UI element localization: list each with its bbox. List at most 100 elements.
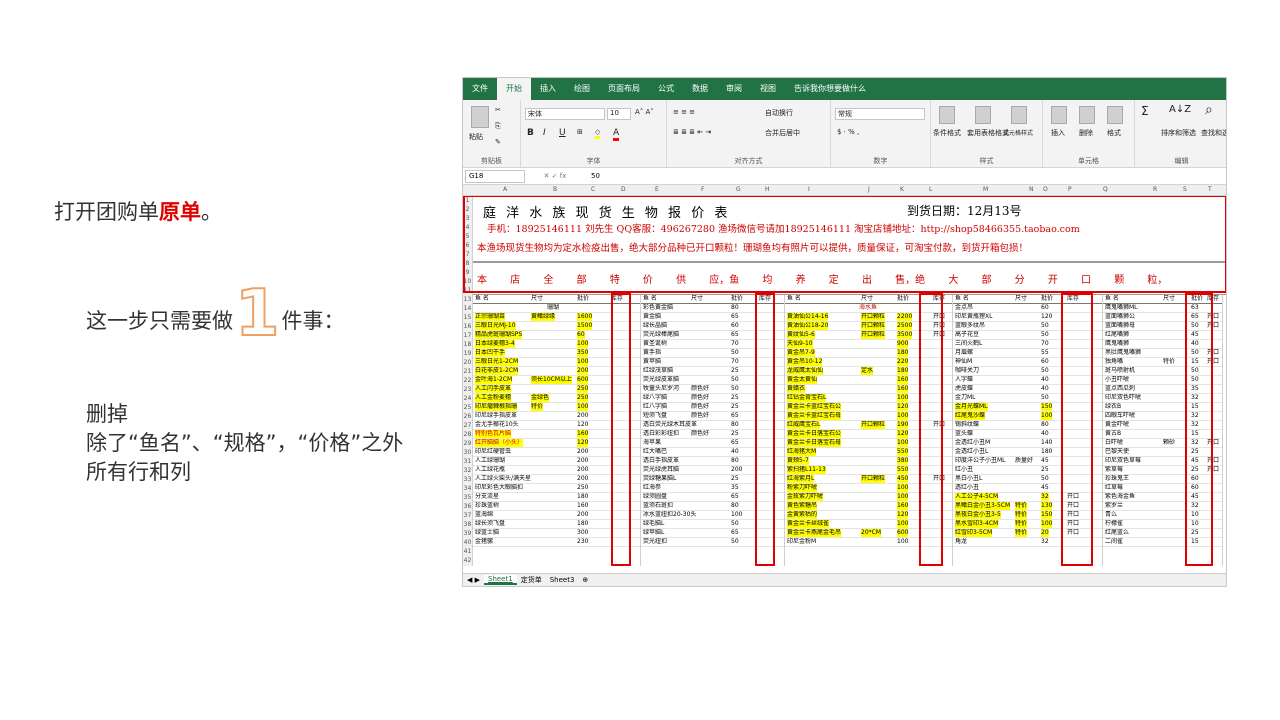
- price-cell[interactable]: 65: [731, 439, 739, 447]
- fish-name-cell[interactable]: 金黄紫枯的: [787, 511, 818, 519]
- format-cells-icon[interactable]: [1107, 106, 1123, 124]
- sort-filter-label[interactable]: 排序和筛选: [1161, 128, 1196, 138]
- row-number[interactable]: 13: [463, 295, 472, 304]
- row-number[interactable]: 14: [463, 304, 472, 313]
- paste-icon[interactable]: [471, 106, 489, 128]
- fish-name-cell[interactable]: 印尼红硬管虫: [475, 448, 511, 456]
- price-cell[interactable]: 1600: [577, 313, 593, 321]
- fish-name-cell[interactable]: 蓝面嘴狮公: [1105, 313, 1135, 321]
- find-icon[interactable]: ⌕: [1205, 102, 1213, 118]
- price-cell[interactable]: 200: [731, 466, 742, 474]
- column-header-H[interactable]: H: [765, 186, 770, 193]
- price-cell[interactable]: 2200: [897, 313, 913, 321]
- fish-name-cell[interactable]: 巴黎天使: [1105, 448, 1129, 456]
- fish-name-cell[interactable]: 黑夜白金小丑3-5: [955, 511, 1001, 519]
- price-cell[interactable]: 200: [577, 367, 589, 375]
- fish-name-cell[interactable]: 特别色瓦片脑: [475, 430, 512, 438]
- fish-name-cell[interactable]: 印尼金粉M: [787, 538, 816, 546]
- price-cell[interactable]: 50: [731, 520, 739, 528]
- fish-name-cell[interactable]: 红尾鬼沙蝶: [955, 412, 986, 420]
- fish-name-cell[interactable]: 印尼彩色大眼脑扣: [475, 484, 523, 492]
- price-cell[interactable]: 200: [577, 475, 588, 483]
- fish-name-cell[interactable]: 紫草莓: [1105, 466, 1123, 474]
- price-cell[interactable]: 65: [731, 493, 739, 501]
- fish-name-cell[interactable]: 人工金粉麦穗: [475, 394, 512, 402]
- fish-name-cell[interactable]: 独角嘴: [1105, 358, 1123, 366]
- row-number[interactable]: 37: [463, 511, 472, 520]
- price-cell[interactable]: 25: [731, 403, 739, 411]
- font-color-icon[interactable]: A: [613, 128, 620, 141]
- fish-name-cell[interactable]: 荧光绿虎耳脑: [643, 466, 679, 474]
- fish-name-cell[interactable]: 绿苹脑L: [643, 529, 664, 537]
- price-cell[interactable]: 50: [1041, 475, 1049, 483]
- format-label[interactable]: 格式: [1107, 128, 1121, 138]
- fish-name-cell[interactable]: 海苹果: [643, 439, 661, 447]
- fish-name-cell[interactable]: 蓝眼多纹吊: [955, 322, 985, 330]
- price-cell[interactable]: 70: [731, 358, 739, 366]
- row-number[interactable]: 29: [463, 439, 472, 448]
- fish-name-cell[interactable]: 黑水雪印3-4CM: [955, 520, 999, 528]
- price-cell[interactable]: 160: [897, 385, 909, 393]
- column-header-K[interactable]: K: [900, 186, 904, 193]
- price-cell[interactable]: 20: [1041, 529, 1049, 537]
- price-cell[interactable]: 200: [577, 448, 588, 456]
- fish-name-cell[interactable]: 红大嘴巴: [643, 448, 667, 456]
- price-cell[interactable]: 200: [577, 457, 588, 465]
- price-cell[interactable]: 600: [577, 376, 589, 384]
- price-cell[interactable]: 100: [577, 403, 589, 411]
- column-header-M[interactable]: M: [983, 186, 988, 193]
- price-cell[interactable]: 100: [897, 484, 909, 492]
- fish-name-cell[interactable]: 黄金兰卡蓝红宝石公: [787, 403, 842, 411]
- column-header-B[interactable]: B: [553, 186, 557, 193]
- fish-name-cell[interactable]: 人工闪手皮革: [475, 385, 512, 393]
- fish-name-cell[interactable]: 绿八字脑: [643, 394, 667, 402]
- price-cell[interactable]: 35: [731, 484, 739, 492]
- column-header-T[interactable]: T: [1208, 186, 1212, 193]
- fish-name-cell[interactable]: 黄颊5-7: [787, 457, 809, 465]
- fish-name-cell[interactable]: 黄金脑: [643, 313, 661, 321]
- price-cell[interactable]: 60: [577, 331, 585, 339]
- size-cell[interactable]: 开口颗粒: [861, 313, 886, 321]
- fish-name-cell[interactable]: 紫扫猪L11-13: [787, 466, 826, 474]
- fish-name-cell[interactable]: 咖啡关刀: [955, 367, 979, 375]
- size-cell[interactable]: 颜色好: [691, 403, 709, 411]
- row-number[interactable]: 22: [463, 376, 472, 385]
- fish-name-cell[interactable]: 荧光绿皮革脑: [643, 376, 679, 384]
- price-cell[interactable]: 200: [577, 466, 588, 474]
- fish-name-cell[interactable]: 蓝须石斑扣: [643, 502, 673, 510]
- price-cell[interactable]: 150: [1041, 511, 1053, 519]
- price-cell[interactable]: 80: [731, 421, 739, 429]
- fish-name-cell[interactable]: 黑白小丑L: [955, 475, 982, 483]
- price-cell[interactable]: 80: [731, 502, 739, 510]
- fish-name-cell[interactable]: 人工绿花瓶: [475, 466, 505, 474]
- fish-name-cell[interactable]: 虎皮蝶: [955, 385, 973, 393]
- price-cell[interactable]: 300: [577, 529, 588, 537]
- fish-name-cell[interactable]: 冰水蓝纽扣20-30头: [643, 511, 696, 519]
- fish-name-cell[interactable]: 金猪骡: [475, 538, 493, 546]
- price-cell[interactable]: 100: [577, 340, 589, 348]
- price-cell[interactable]: 120: [897, 403, 909, 411]
- price-cell[interactable]: 50: [1041, 322, 1049, 330]
- ribbon-tab-0[interactable]: 文件: [463, 78, 497, 100]
- fish-name-cell[interactable]: 荧光纽扣: [643, 538, 667, 546]
- price-cell[interactable]: 160: [897, 502, 909, 510]
- size-cell[interactable]: 开口颗粒: [861, 475, 886, 483]
- fish-name-cell[interactable]: 四眼车吓唬: [1105, 412, 1135, 420]
- price-cell[interactable]: 120: [897, 430, 909, 438]
- column-header-N[interactable]: N: [1029, 186, 1034, 193]
- price-cell[interactable]: 130: [1041, 502, 1053, 510]
- row-number[interactable]: 19: [463, 349, 472, 358]
- fish-name-cell[interactable]: 斑马喷射机: [1105, 367, 1135, 375]
- size-cell[interactable]: 20*CM: [861, 529, 882, 537]
- size-cell[interactable]: 质量好: [1015, 457, 1033, 465]
- price-cell[interactable]: 80: [731, 304, 739, 312]
- fish-name-cell[interactable]: 黄金吊7-9: [787, 349, 815, 357]
- fish-name-cell[interactable]: 金尤手椰花10头: [475, 421, 519, 429]
- percent-icon[interactable]: $ · % ,: [837, 128, 859, 136]
- price-cell[interactable]: 40: [1041, 430, 1049, 438]
- price-cell[interactable]: 25: [731, 475, 739, 483]
- fish-name-cell[interactable]: 日本绿麦穗3-4: [475, 340, 515, 348]
- price-cell[interactable]: 180: [897, 367, 909, 375]
- price-cell[interactable]: 3500: [897, 331, 913, 339]
- size-cell[interactable]: 特价: [531, 403, 544, 411]
